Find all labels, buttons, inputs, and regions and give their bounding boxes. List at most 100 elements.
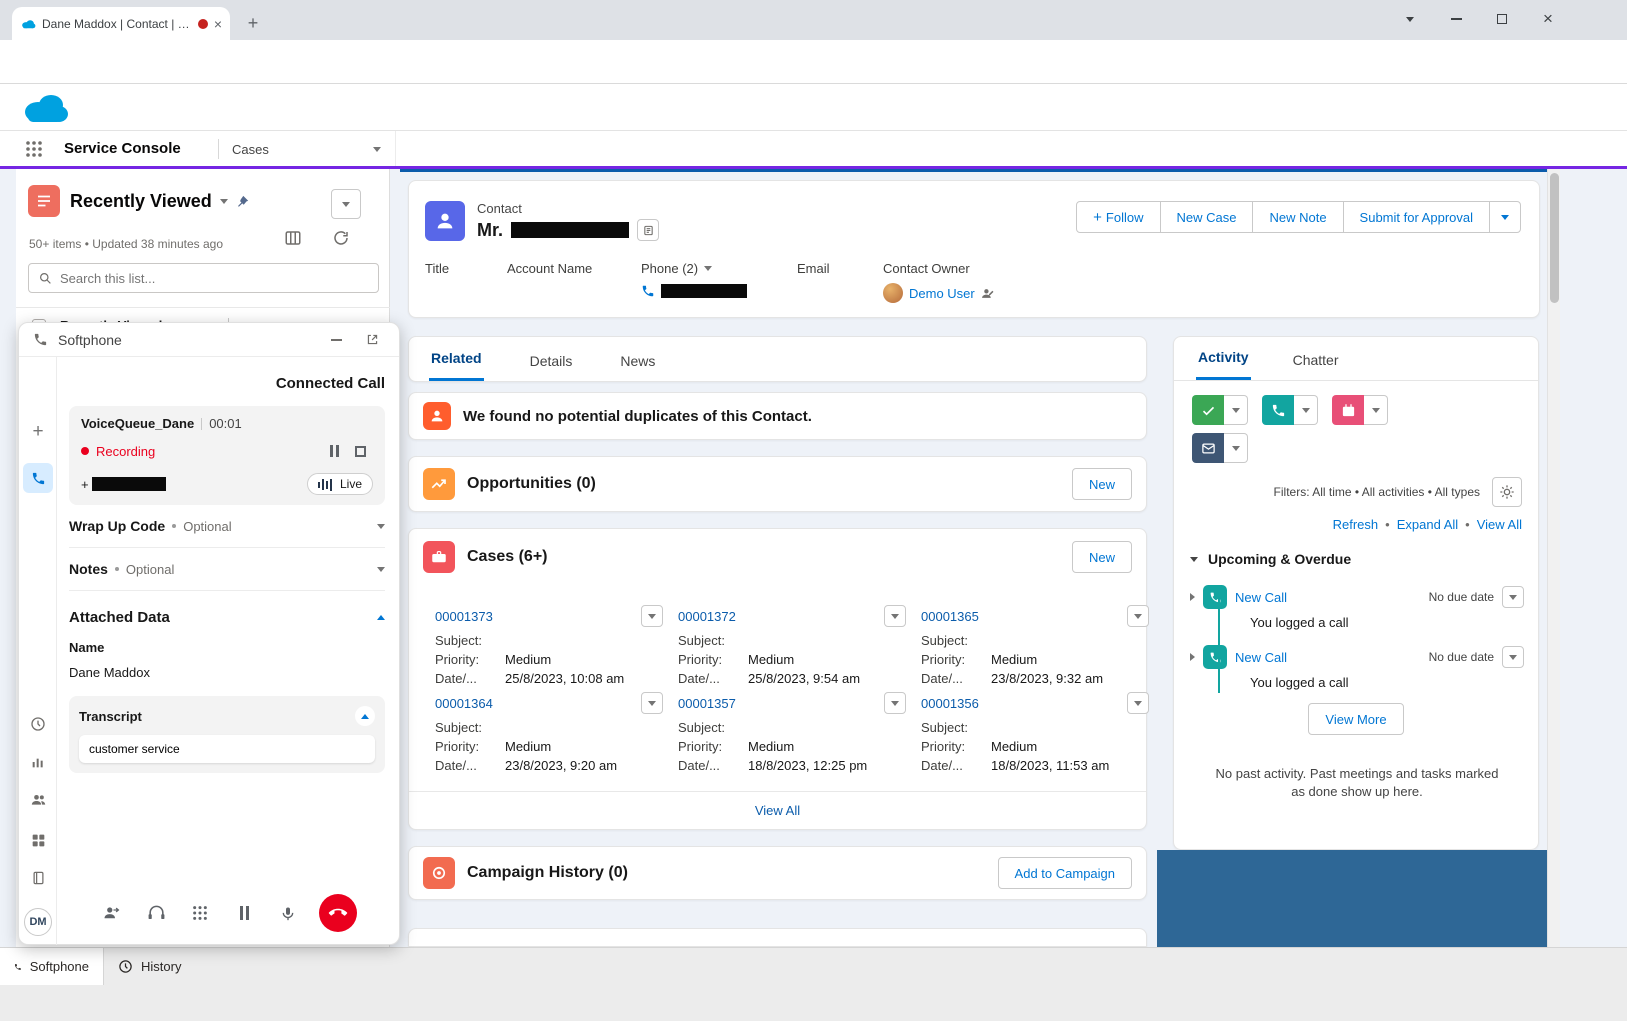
log-call-icon[interactable]	[1262, 395, 1294, 425]
expand-chevron-icon[interactable]	[1190, 593, 1195, 601]
change-owner-icon[interactable]	[981, 287, 994, 300]
new-task-dropdown[interactable]	[1224, 395, 1248, 425]
utility-history-tab[interactable]: History	[104, 948, 195, 985]
case-row-menu-button[interactable]	[641, 692, 663, 714]
view-all-link[interactable]: View All	[1477, 517, 1522, 532]
dialpad-icon[interactable]	[187, 900, 213, 926]
browser-tab[interactable]: Dane Maddox | Contact | Sal ×	[12, 7, 230, 40]
new-note-button[interactable]: New Note	[1252, 201, 1343, 233]
email-dropdown[interactable]	[1224, 433, 1248, 463]
log-call-dropdown[interactable]	[1294, 395, 1318, 425]
tab-chatter[interactable]: Chatter	[1291, 340, 1341, 380]
cases-title[interactable]: Cases (6+)	[467, 548, 1060, 566]
more-actions-button[interactable]	[1489, 201, 1521, 233]
phone-icon[interactable]	[641, 284, 655, 298]
tab-search-button[interactable]	[1388, 0, 1432, 38]
chevron-down-icon[interactable]	[377, 567, 385, 572]
notebook-icon[interactable]	[23, 863, 53, 893]
minimize-softphone-icon[interactable]	[323, 327, 349, 353]
case-number-link[interactable]: 00001364	[435, 696, 493, 711]
cases-view-all-link[interactable]: View All	[755, 803, 800, 818]
nav-tab-dropdown-icon[interactable]	[373, 147, 381, 152]
scrollbar-thumb[interactable]	[1550, 173, 1559, 303]
new-event-dropdown[interactable]	[1364, 395, 1388, 425]
activity-title-link[interactable]: New Call	[1235, 650, 1421, 665]
attached-data-header[interactable]: Attached Data	[69, 609, 385, 626]
analytics-icon[interactable]	[23, 747, 53, 777]
list-actions-dropdown-button[interactable]	[331, 189, 361, 219]
email-icon[interactable]	[1192, 433, 1224, 463]
new-case-button[interactable]: New Case	[1160, 201, 1254, 233]
transfer-call-icon[interactable]	[99, 900, 125, 926]
record-info-button[interactable]	[637, 219, 659, 241]
active-phone-icon[interactable]	[23, 463, 53, 493]
case-row-menu-button[interactable]	[1127, 605, 1149, 627]
owner-link[interactable]: Demo User	[909, 286, 975, 301]
tab-activity[interactable]: Activity	[1196, 337, 1251, 380]
activity-title-link[interactable]: New Call	[1235, 590, 1421, 605]
new-opportunity-button[interactable]: New	[1072, 468, 1132, 500]
mute-mic-icon[interactable]	[275, 900, 301, 926]
case-number-link[interactable]: 00001372	[678, 609, 736, 624]
popout-softphone-icon[interactable]	[359, 327, 385, 353]
expand-chevron-icon[interactable]	[1190, 653, 1195, 661]
list-title-dropdown-icon[interactable]	[220, 199, 228, 204]
utility-softphone-tab[interactable]: Softphone	[0, 948, 104, 985]
window-minimize-button[interactable]	[1434, 0, 1478, 38]
new-tab-button[interactable]: +	[238, 8, 268, 38]
add-to-campaign-button[interactable]: Add to Campaign	[998, 857, 1132, 889]
case-number-link[interactable]: 00001365	[921, 609, 979, 624]
add-call-icon[interactable]: +	[23, 417, 53, 447]
list-search-input[interactable]	[60, 271, 368, 286]
tab-close-icon[interactable]: ×	[214, 16, 222, 32]
upcoming-overdue-section[interactable]: Upcoming & Overdue	[1190, 551, 1351, 567]
transcript-collapse-icon[interactable]	[355, 706, 375, 726]
tab-related[interactable]: Related	[429, 338, 484, 381]
app-launcher-icon[interactable]	[25, 140, 43, 158]
view-more-button[interactable]: View More	[1308, 703, 1403, 735]
campaign-title[interactable]: Campaign History (0)	[467, 864, 986, 882]
expand-all-link[interactable]: Expand All	[1397, 517, 1458, 532]
agent-headset-icon[interactable]	[143, 900, 169, 926]
activity-settings-button[interactable]	[1492, 477, 1522, 507]
vertical-scrollbar[interactable]	[1547, 169, 1560, 947]
new-case-related-button[interactable]: New	[1072, 541, 1132, 573]
case-number-link[interactable]: 00001373	[435, 609, 493, 624]
case-number-link[interactable]: 00001357	[678, 696, 736, 711]
display-as-icon[interactable]	[284, 229, 302, 247]
list-search[interactable]	[28, 263, 379, 293]
chevron-down-icon[interactable]	[377, 524, 385, 529]
contacts-icon[interactable]	[23, 785, 53, 815]
activity-row-menu-button[interactable]	[1502, 586, 1524, 608]
tab-details[interactable]: Details	[528, 341, 575, 381]
new-task-icon[interactable]	[1192, 395, 1224, 425]
submit-for-approval-button[interactable]: Submit for Approval	[1343, 201, 1490, 233]
refresh-list-icon[interactable]	[332, 229, 350, 247]
follow-button[interactable]: +Follow	[1076, 201, 1160, 233]
window-maximize-button[interactable]	[1480, 0, 1524, 38]
case-row-menu-button[interactable]	[1127, 692, 1149, 714]
hold-call-icon[interactable]	[231, 900, 257, 926]
activity-row-menu-button[interactable]	[1502, 646, 1524, 668]
live-transcription-badge[interactable]: Live	[307, 473, 373, 495]
opportunities-title[interactable]: Opportunities (0)	[467, 475, 1060, 493]
case-row-menu-button[interactable]	[641, 605, 663, 627]
transcript-input[interactable]	[79, 735, 375, 763]
case-row-menu-button[interactable]	[884, 692, 906, 714]
nav-tab-cases[interactable]: Cases	[218, 131, 396, 167]
case-row-menu-button[interactable]	[884, 605, 906, 627]
refresh-link[interactable]: Refresh	[1333, 517, 1379, 532]
case-number-link[interactable]: 00001356	[921, 696, 979, 711]
agent-avatar[interactable]: DM	[23, 907, 53, 937]
notes-row[interactable]: Notes Optional	[69, 548, 385, 591]
pause-recording-icon[interactable]	[321, 438, 347, 464]
end-call-button[interactable]	[319, 894, 357, 932]
stop-recording-icon[interactable]	[347, 438, 373, 464]
chevron-up-icon[interactable]	[377, 615, 385, 620]
call-history-icon[interactable]	[23, 709, 53, 739]
tab-news[interactable]: News	[618, 341, 657, 381]
apps-grid-icon[interactable]	[23, 825, 53, 855]
section-collapse-icon[interactable]	[1190, 557, 1198, 562]
new-event-icon[interactable]	[1332, 395, 1364, 425]
wrap-up-code-row[interactable]: Wrap Up Code Optional	[69, 505, 385, 548]
